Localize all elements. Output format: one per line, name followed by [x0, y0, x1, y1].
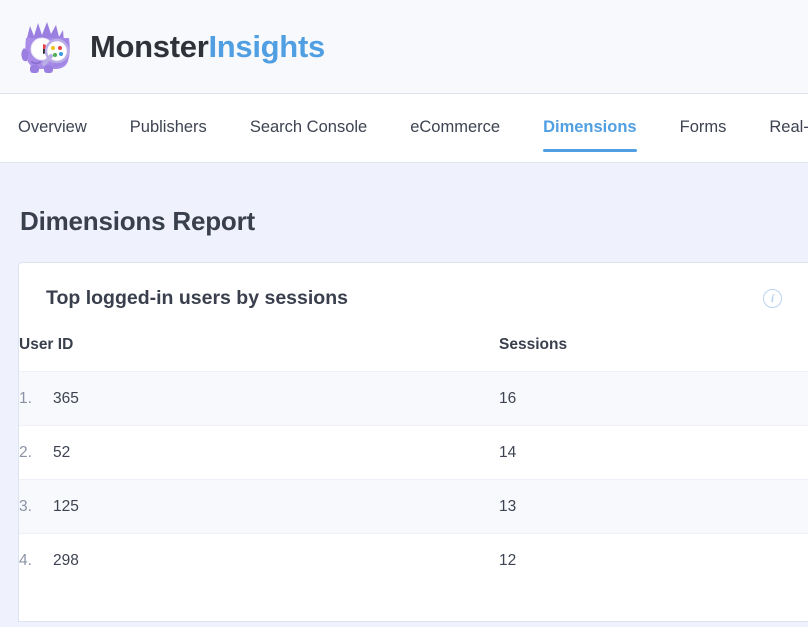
monsterinsights-logo[interactable]: MonsterInsights — [18, 18, 325, 76]
report-card: Top logged-in users by sessions i User I… — [18, 262, 808, 622]
page-content: Dimensions Report Top logged-in users by… — [0, 163, 808, 627]
brand-name-monster: Monster — [90, 29, 208, 64]
table-header-row: User ID Sessions — [19, 330, 808, 372]
table-row[interactable]: 4.298 12 — [19, 534, 808, 588]
table-body: 1.365 16 2.52 14 3.125 13 — [19, 372, 808, 588]
info-circle-icon[interactable]: i — [763, 289, 782, 308]
top-users-table: User ID Sessions 1.365 16 2.52 14 — [19, 330, 808, 588]
tab-dimensions[interactable]: Dimensions — [543, 94, 637, 162]
cell-sessions: 16 — [499, 372, 808, 426]
tab-publishers[interactable]: Publishers — [130, 94, 207, 162]
table-row[interactable]: 2.52 14 — [19, 426, 808, 480]
cell-sessions: 13 — [499, 480, 808, 534]
row-user-id: 298 — [53, 552, 79, 569]
cell-user-id: 3.125 — [19, 480, 499, 534]
tab-dimensions-label: Dimensions — [543, 118, 637, 137]
tab-overview-label: Overview — [18, 118, 87, 137]
tab-real-time[interactable]: Real-Time — [769, 94, 808, 162]
tab-forms-label: Forms — [680, 118, 727, 137]
report-card-header: Top logged-in users by sessions i — [19, 263, 808, 330]
monster-mascot-icon — [18, 18, 76, 76]
tab-real-time-label: Real-Time — [769, 118, 808, 137]
main-navigation: Overview Publishers Search Console eComm… — [0, 94, 808, 163]
brand-wordmark: MonsterInsights — [90, 31, 325, 62]
tab-search-console-label: Search Console — [250, 118, 367, 137]
brand-name-insights: Insights — [208, 29, 324, 64]
cell-user-id: 4.298 — [19, 534, 499, 588]
app-header: MonsterInsights — [0, 0, 808, 94]
row-rank: 2. — [19, 444, 53, 462]
row-rank: 3. — [19, 498, 53, 516]
page-title: Dimensions Report — [0, 163, 808, 237]
cell-sessions: 12 — [499, 534, 808, 588]
tab-forms[interactable]: Forms — [680, 94, 727, 162]
cell-user-id: 1.365 — [19, 372, 499, 426]
report-card-title: Top logged-in users by sessions — [46, 287, 348, 310]
cell-sessions: 14 — [499, 426, 808, 480]
row-rank: 4. — [19, 552, 53, 570]
tab-publishers-label: Publishers — [130, 118, 207, 137]
table-head: User ID Sessions — [19, 330, 808, 372]
row-user-id: 52 — [53, 444, 70, 461]
row-user-id: 365 — [53, 390, 79, 407]
row-rank: 1. — [19, 390, 53, 408]
column-header-user-id[interactable]: User ID — [19, 330, 499, 372]
table-row[interactable]: 1.365 16 — [19, 372, 808, 426]
cell-user-id: 2.52 — [19, 426, 499, 480]
row-user-id: 125 — [53, 498, 79, 515]
table-row[interactable]: 3.125 13 — [19, 480, 808, 534]
tab-ecommerce[interactable]: eCommerce — [410, 94, 500, 162]
column-header-sessions[interactable]: Sessions — [499, 330, 808, 372]
tab-search-console[interactable]: Search Console — [250, 94, 367, 162]
tab-overview[interactable]: Overview — [18, 94, 87, 162]
tab-ecommerce-label: eCommerce — [410, 118, 500, 137]
